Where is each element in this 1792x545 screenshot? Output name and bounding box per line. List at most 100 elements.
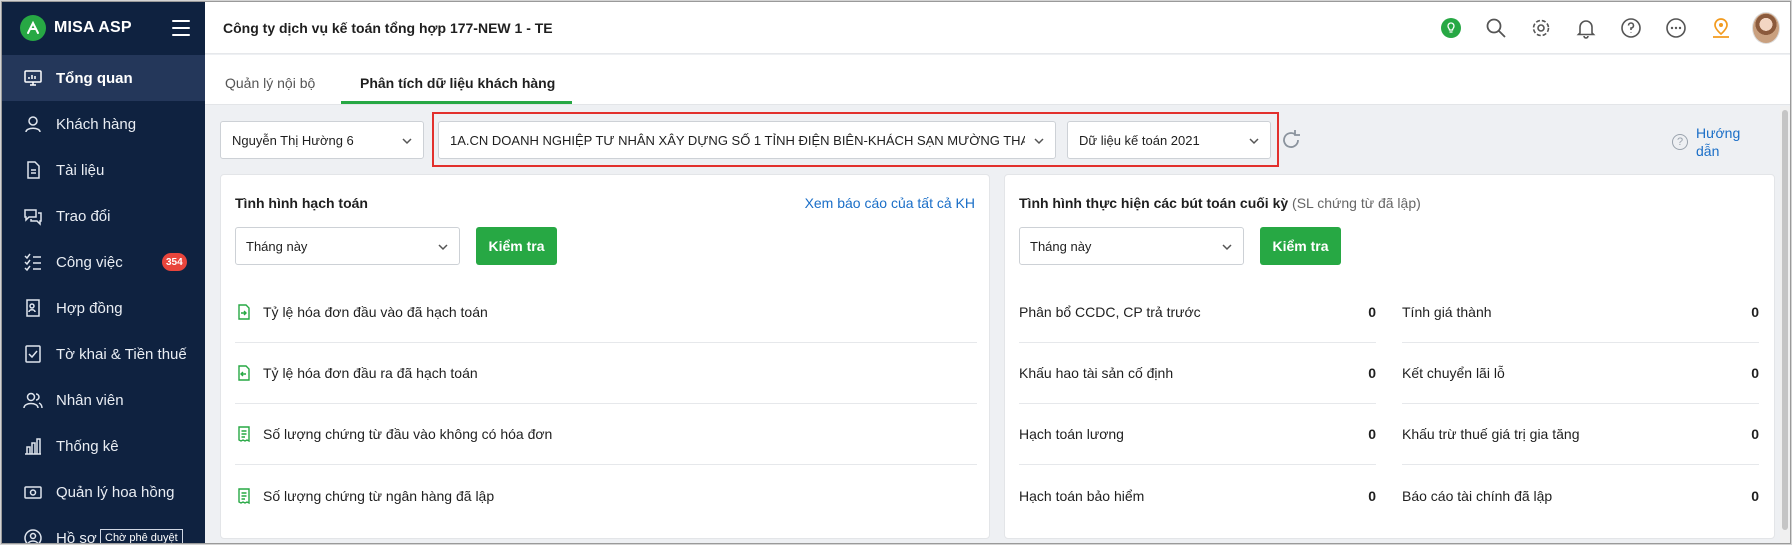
invoice-out-icon xyxy=(238,365,250,381)
sidebar-item-label: Khách hàng xyxy=(56,115,137,133)
stat-row[interactable]: Hạch toán lương 0 xyxy=(1019,404,1376,465)
sidebar-item-overview[interactable]: Tổng quan xyxy=(2,55,205,101)
stat-value: 0 xyxy=(1751,365,1759,381)
refresh-icon[interactable] xyxy=(1279,128,1303,152)
period-select-value: Tháng này xyxy=(246,238,308,254)
stat-row[interactable]: Tính giá thành 0 xyxy=(1402,282,1759,343)
gear-icon[interactable] xyxy=(1527,14,1555,42)
stat-value: 0 xyxy=(1368,487,1376,504)
monitor-icon xyxy=(22,67,44,89)
chevron-down-icon xyxy=(402,138,412,145)
help-guide-label: Hướng dẫn xyxy=(1696,125,1741,159)
sidebar-item-messages[interactable]: Trao đổi xyxy=(2,193,205,239)
list-item[interactable]: Tỷ lệ hóa đơn đầu vào đã hạch toán xyxy=(235,282,977,343)
sidebar-item-statistics[interactable]: Thống kê xyxy=(2,423,205,469)
stat-label: Phân bổ CCDC, CP trả trước xyxy=(1019,304,1201,320)
invoice-in-icon xyxy=(238,304,250,320)
sidebar-item-label: Tài liệu xyxy=(56,161,105,179)
receipt-icon xyxy=(238,487,250,504)
location-pin-icon[interactable] xyxy=(1707,14,1735,42)
tab-customer-data-analysis[interactable]: Phân tích dữ liệu khách hàng xyxy=(360,75,555,91)
list-item-label: Số lượng chứng từ đầu vào không có hóa đ… xyxy=(263,426,553,442)
checklist-icon xyxy=(22,251,44,273)
list-item-label: Tỷ lệ hóa đơn đầu ra đã hạch toán xyxy=(263,365,478,381)
stat-value: 0 xyxy=(1368,304,1376,320)
employee-select[interactable]: Nguyễn Thị Hường 6 xyxy=(220,121,424,159)
check-button[interactable]: Kiểm tra xyxy=(476,227,557,265)
stat-value: 0 xyxy=(1751,304,1759,320)
misa-logo-icon xyxy=(20,15,46,41)
period-select-value: Tháng này xyxy=(1030,238,1092,254)
commission-icon xyxy=(22,481,44,503)
user-icon xyxy=(22,113,44,135)
list-item-label: Số lượng chứng từ ngân hàng đã lập xyxy=(263,487,495,504)
chat-icon xyxy=(22,205,44,227)
sidebar-item-contracts[interactable]: Hợp đồng xyxy=(2,285,205,331)
period-select[interactable]: Tháng này xyxy=(235,227,460,265)
bell-icon[interactable] xyxy=(1572,14,1600,42)
stat-label: Tính giá thành xyxy=(1402,304,1492,320)
avatar xyxy=(1752,12,1780,44)
user-avatar[interactable] xyxy=(1752,12,1780,44)
sidebar-item-label: Hợp đồng xyxy=(56,299,123,317)
stat-value: 0 xyxy=(1751,487,1759,504)
contract-icon xyxy=(22,297,44,319)
vertical-scrollbar[interactable] xyxy=(1780,106,1790,543)
stat-row[interactable]: Khấu trừ thuế giá trị gia tăng 0 xyxy=(1402,404,1759,465)
card-subtitle: (SL chứng từ đã lập) xyxy=(1292,195,1421,211)
stat-value: 0 xyxy=(1368,426,1376,442)
staff-icon xyxy=(22,389,44,411)
chevron-down-icon xyxy=(438,244,448,251)
sidebar: MISA ASP Tổng quan Khách hàng Tài liệu T… xyxy=(2,2,205,544)
period-select[interactable]: Tháng này xyxy=(1019,227,1244,265)
help-circle-icon[interactable] xyxy=(1617,14,1645,42)
list-item[interactable]: Tỷ lệ hóa đơn đầu ra đã hạch toán xyxy=(235,343,977,404)
stat-label: Kết chuyển lãi lỗ xyxy=(1402,365,1505,381)
stat-label: Báo cáo tài chính đã lập xyxy=(1402,487,1553,504)
tab-bar: Quản lý nội bộ Phân tích dữ liệu khách h… xyxy=(205,55,1790,105)
pending-approval-tag: Chờ phê duyệt xyxy=(100,529,183,543)
sidebar-item-tax-returns[interactable]: Tờ khai & Tiền thuế xyxy=(2,331,205,377)
stat-row[interactable]: Kết chuyển lãi lỗ 0 xyxy=(1402,343,1759,404)
stat-row[interactable]: Phân bổ CCDC, CP trả trước 0 xyxy=(1019,282,1376,343)
company-name: Công ty dịch vụ kế toán tổng hợp 177-NEW… xyxy=(223,20,553,36)
sidebar-nav: Tổng quan Khách hàng Tài liệu Trao đổi C… xyxy=(2,55,205,544)
stat-label: Khấu trừ thuế giá trị gia tăng xyxy=(1402,426,1580,442)
tab-internal-management[interactable]: Quản lý nội bộ xyxy=(225,75,315,91)
stat-label: Hạch toán bảo hiểm xyxy=(1019,487,1145,504)
hamburger-menu-icon[interactable] xyxy=(172,20,190,36)
help-guide-link[interactable]: ? Hướng dẫn xyxy=(1672,124,1751,160)
sidebar-item-commission[interactable]: Quản lý hoa hồng xyxy=(2,469,205,515)
sidebar-item-staff[interactable]: Nhân viên xyxy=(2,377,205,423)
sidebar-item-label: Trao đổi xyxy=(56,207,111,225)
check-button[interactable]: Kiểm tra xyxy=(1260,227,1341,265)
more-options-icon[interactable] xyxy=(1662,14,1690,42)
active-tab-indicator xyxy=(341,101,572,104)
stat-row[interactable]: Khấu hao tài sản cố định 0 xyxy=(1019,343,1376,404)
card-title: Tình hình hạch toán xyxy=(235,195,368,211)
sidebar-item-label: Nhân viên xyxy=(56,391,124,409)
app-window: MISA ASP Tổng quan Khách hàng Tài liệu T… xyxy=(1,1,1791,544)
list-item[interactable]: Số lượng chứng từ đầu vào không có hóa đ… xyxy=(235,404,977,465)
stat-row[interactable]: Hạch toán bảo hiểm 0 xyxy=(1019,465,1376,526)
sidebar-item-documents[interactable]: Tài liệu xyxy=(2,147,205,193)
list-item-label: Tỷ lệ hóa đơn đầu vào đã hạch toán xyxy=(263,304,488,320)
sidebar-item-profile[interactable]: Hồ sơ Chờ phê duyệt xyxy=(2,515,205,544)
idea-bulb-icon[interactable] xyxy=(1437,14,1465,42)
view-all-reports-link[interactable]: Xem báo cáo của tất cả KH xyxy=(805,195,975,211)
document-icon xyxy=(22,159,44,181)
scrollbar-thumb[interactable] xyxy=(1782,110,1788,530)
search-icon[interactable] xyxy=(1482,14,1510,42)
card-title: Tình hình thực hiện các bút toán cuối kỳ… xyxy=(1019,195,1421,211)
list-item[interactable]: Số lượng chứng từ ngân hàng đã lập xyxy=(235,465,977,526)
sidebar-item-label: Tờ khai & Tiền thuế xyxy=(56,345,187,363)
sidebar-item-tasks[interactable]: Công việc 354 xyxy=(2,239,205,285)
stat-value: 0 xyxy=(1368,365,1376,381)
sidebar-item-customers[interactable]: Khách hàng xyxy=(2,101,205,147)
question-icon: ? xyxy=(1672,134,1688,150)
card-title-text: Tình hình thực hiện các bút toán cuối kỳ xyxy=(1019,195,1289,211)
sidebar-item-label: Hồ sơ xyxy=(56,529,97,544)
stat-row[interactable]: Báo cáo tài chính đã lập 0 xyxy=(1402,465,1759,526)
brand-name: MISA ASP xyxy=(54,19,132,36)
sidebar-item-label: Quản lý hoa hồng xyxy=(56,483,175,501)
